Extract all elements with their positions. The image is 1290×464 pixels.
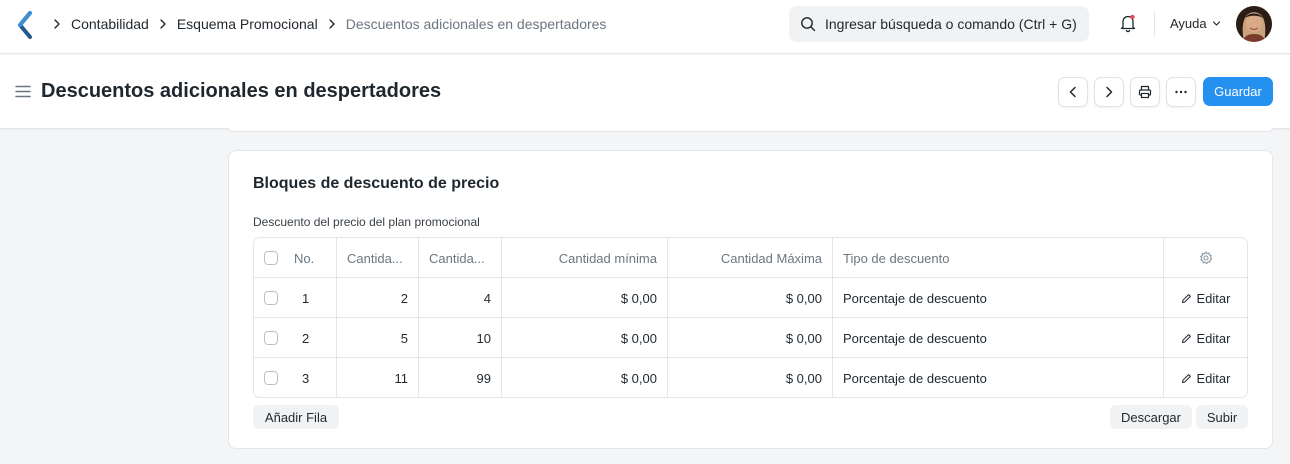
column-header-qty-to[interactable]: Cantida... <box>419 238 502 278</box>
page-title: Descuentos adicionales en despertadores <box>41 80 442 102</box>
edit-label: Editar <box>1196 370 1231 386</box>
menu-icon[interactable] <box>15 85 31 98</box>
cell-qty-to[interactable]: 10 <box>419 318 502 358</box>
settings-icon[interactable] <box>1199 251 1213 265</box>
top-navbar: Contabilidad Esquema Promocional Descuen… <box>0 0 1290 54</box>
pencil-icon <box>1181 373 1191 383</box>
printer-icon <box>1138 85 1152 99</box>
cell-discount-type[interactable]: Porcentaje de descuento <box>833 318 1164 358</box>
row-number: 3 <box>287 358 337 397</box>
previous-section-edge <box>228 128 1273 132</box>
search-icon <box>801 17 816 32</box>
row-checkbox[interactable] <box>263 371 278 385</box>
pencil-icon <box>1181 333 1191 343</box>
edit-row-button[interactable]: Editar <box>1181 330 1231 346</box>
cell-max-amount[interactable]: $ 0,00 <box>668 278 833 318</box>
breadcrumb-item-current[interactable]: Descuentos adicionales en despertadores <box>346 16 607 32</box>
table-row[interactable]: 1 2 4 $ 0,00 $ 0,00 Porcentaje de descue… <box>254 278 1247 318</box>
column-header-discount-type[interactable]: Tipo de descuento <box>833 238 1164 278</box>
price-discount-table: No. Cantida... Cantida... Cantidad mínim… <box>253 237 1248 398</box>
cell-qty-from[interactable]: 2 <box>337 278 419 318</box>
cell-qty-to[interactable]: 99 <box>419 358 502 397</box>
select-all-cell <box>254 238 287 278</box>
edit-label: Editar <box>1196 330 1231 346</box>
column-settings-cell <box>1164 238 1247 278</box>
pencil-icon <box>1181 293 1191 303</box>
avatar[interactable] <box>1236 6 1272 42</box>
more-actions-button[interactable] <box>1166 77 1196 107</box>
section-title: Bloques de descuento de precio <box>253 175 500 192</box>
cell-max-amount[interactable]: $ 0,00 <box>668 358 833 397</box>
upload-button[interactable]: Subir <box>1196 405 1248 429</box>
chevron-right-icon <box>1106 86 1113 98</box>
cell-max-amount[interactable]: $ 0,00 <box>668 318 833 358</box>
table-row[interactable]: 2 5 10 $ 0,00 $ 0,00 Porcentaje de descu… <box>254 318 1247 358</box>
row-number: 2 <box>287 318 337 358</box>
previous-doc-button[interactable] <box>1058 77 1088 107</box>
row-number: 1 <box>287 278 337 318</box>
breadcrumb-item-contabilidad[interactable]: Contabilidad <box>71 16 149 32</box>
row-select-cell <box>254 278 287 318</box>
row-select-cell <box>254 318 287 358</box>
row-select-cell <box>254 358 287 397</box>
breadcrumb: Contabilidad Esquema Promocional Descuen… <box>50 15 606 33</box>
next-doc-button[interactable] <box>1094 77 1124 107</box>
more-icon <box>1175 90 1187 94</box>
cell-qty-from[interactable]: 11 <box>337 358 419 397</box>
download-button[interactable]: Descargar <box>1110 405 1192 429</box>
save-button[interactable]: Guardar <box>1203 77 1273 106</box>
chevron-right-icon <box>159 19 167 29</box>
edit-label: Editar <box>1196 290 1231 306</box>
help-label: Ayuda <box>1170 16 1207 31</box>
chevron-right-icon <box>53 19 61 29</box>
cell-qty-to[interactable]: 4 <box>419 278 502 318</box>
field-label: Descuento del precio del plan promociona… <box>253 215 480 229</box>
cell-min-amount[interactable]: $ 0,00 <box>502 358 668 397</box>
cell-min-amount[interactable]: $ 0,00 <box>502 278 668 318</box>
search-placeholder: Ingresar búsqueda o comando (Ctrl + G) <box>825 16 1077 32</box>
row-edit-cell: Editar <box>1164 358 1247 397</box>
chevron-down-icon <box>1212 21 1220 26</box>
row-edit-cell: Editar <box>1164 278 1247 318</box>
price-discount-section: Bloques de descuento de precio Descuento… <box>228 150 1273 449</box>
help-dropdown[interactable]: Ayuda <box>1170 16 1221 31</box>
bell-icon[interactable] <box>1119 13 1137 33</box>
column-header-min-amount[interactable]: Cantidad mínima <box>502 238 668 278</box>
cell-discount-type[interactable]: Porcentaje de descuento <box>833 358 1164 397</box>
app-logo-icon[interactable] <box>16 11 38 39</box>
cell-min-amount[interactable]: $ 0,00 <box>502 318 668 358</box>
print-button[interactable] <box>1130 77 1160 107</box>
column-header-no: No. <box>287 238 337 278</box>
column-header-qty-from[interactable]: Cantida... <box>337 238 419 278</box>
cell-qty-from[interactable]: 5 <box>337 318 419 358</box>
edit-row-button[interactable]: Editar <box>1181 370 1231 386</box>
chevron-left-icon <box>1069 86 1076 98</box>
search-input[interactable]: Ingresar búsqueda o comando (Ctrl + G) <box>789 6 1089 42</box>
column-header-max-amount[interactable]: Cantidad Máxima <box>668 238 833 278</box>
row-checkbox[interactable] <box>263 331 278 345</box>
table-header-row: No. Cantida... Cantida... Cantidad mínim… <box>254 238 1247 278</box>
chevron-right-icon <box>328 19 336 29</box>
select-all-checkbox[interactable] <box>263 251 278 265</box>
row-edit-cell: Editar <box>1164 318 1247 358</box>
add-row-button[interactable]: Añadir Fila <box>253 405 339 429</box>
row-checkbox[interactable] <box>263 291 278 305</box>
navbar-divider <box>1154 11 1155 37</box>
edit-row-button[interactable]: Editar <box>1181 290 1231 306</box>
breadcrumb-item-esquema[interactable]: Esquema Promocional <box>177 16 318 32</box>
page-head: Descuentos adicionales en despertadores … <box>0 55 1290 129</box>
cell-discount-type[interactable]: Porcentaje de descuento <box>833 278 1164 318</box>
table-row[interactable]: 3 11 99 $ 0,00 $ 0,00 Porcentaje de desc… <box>254 358 1247 397</box>
